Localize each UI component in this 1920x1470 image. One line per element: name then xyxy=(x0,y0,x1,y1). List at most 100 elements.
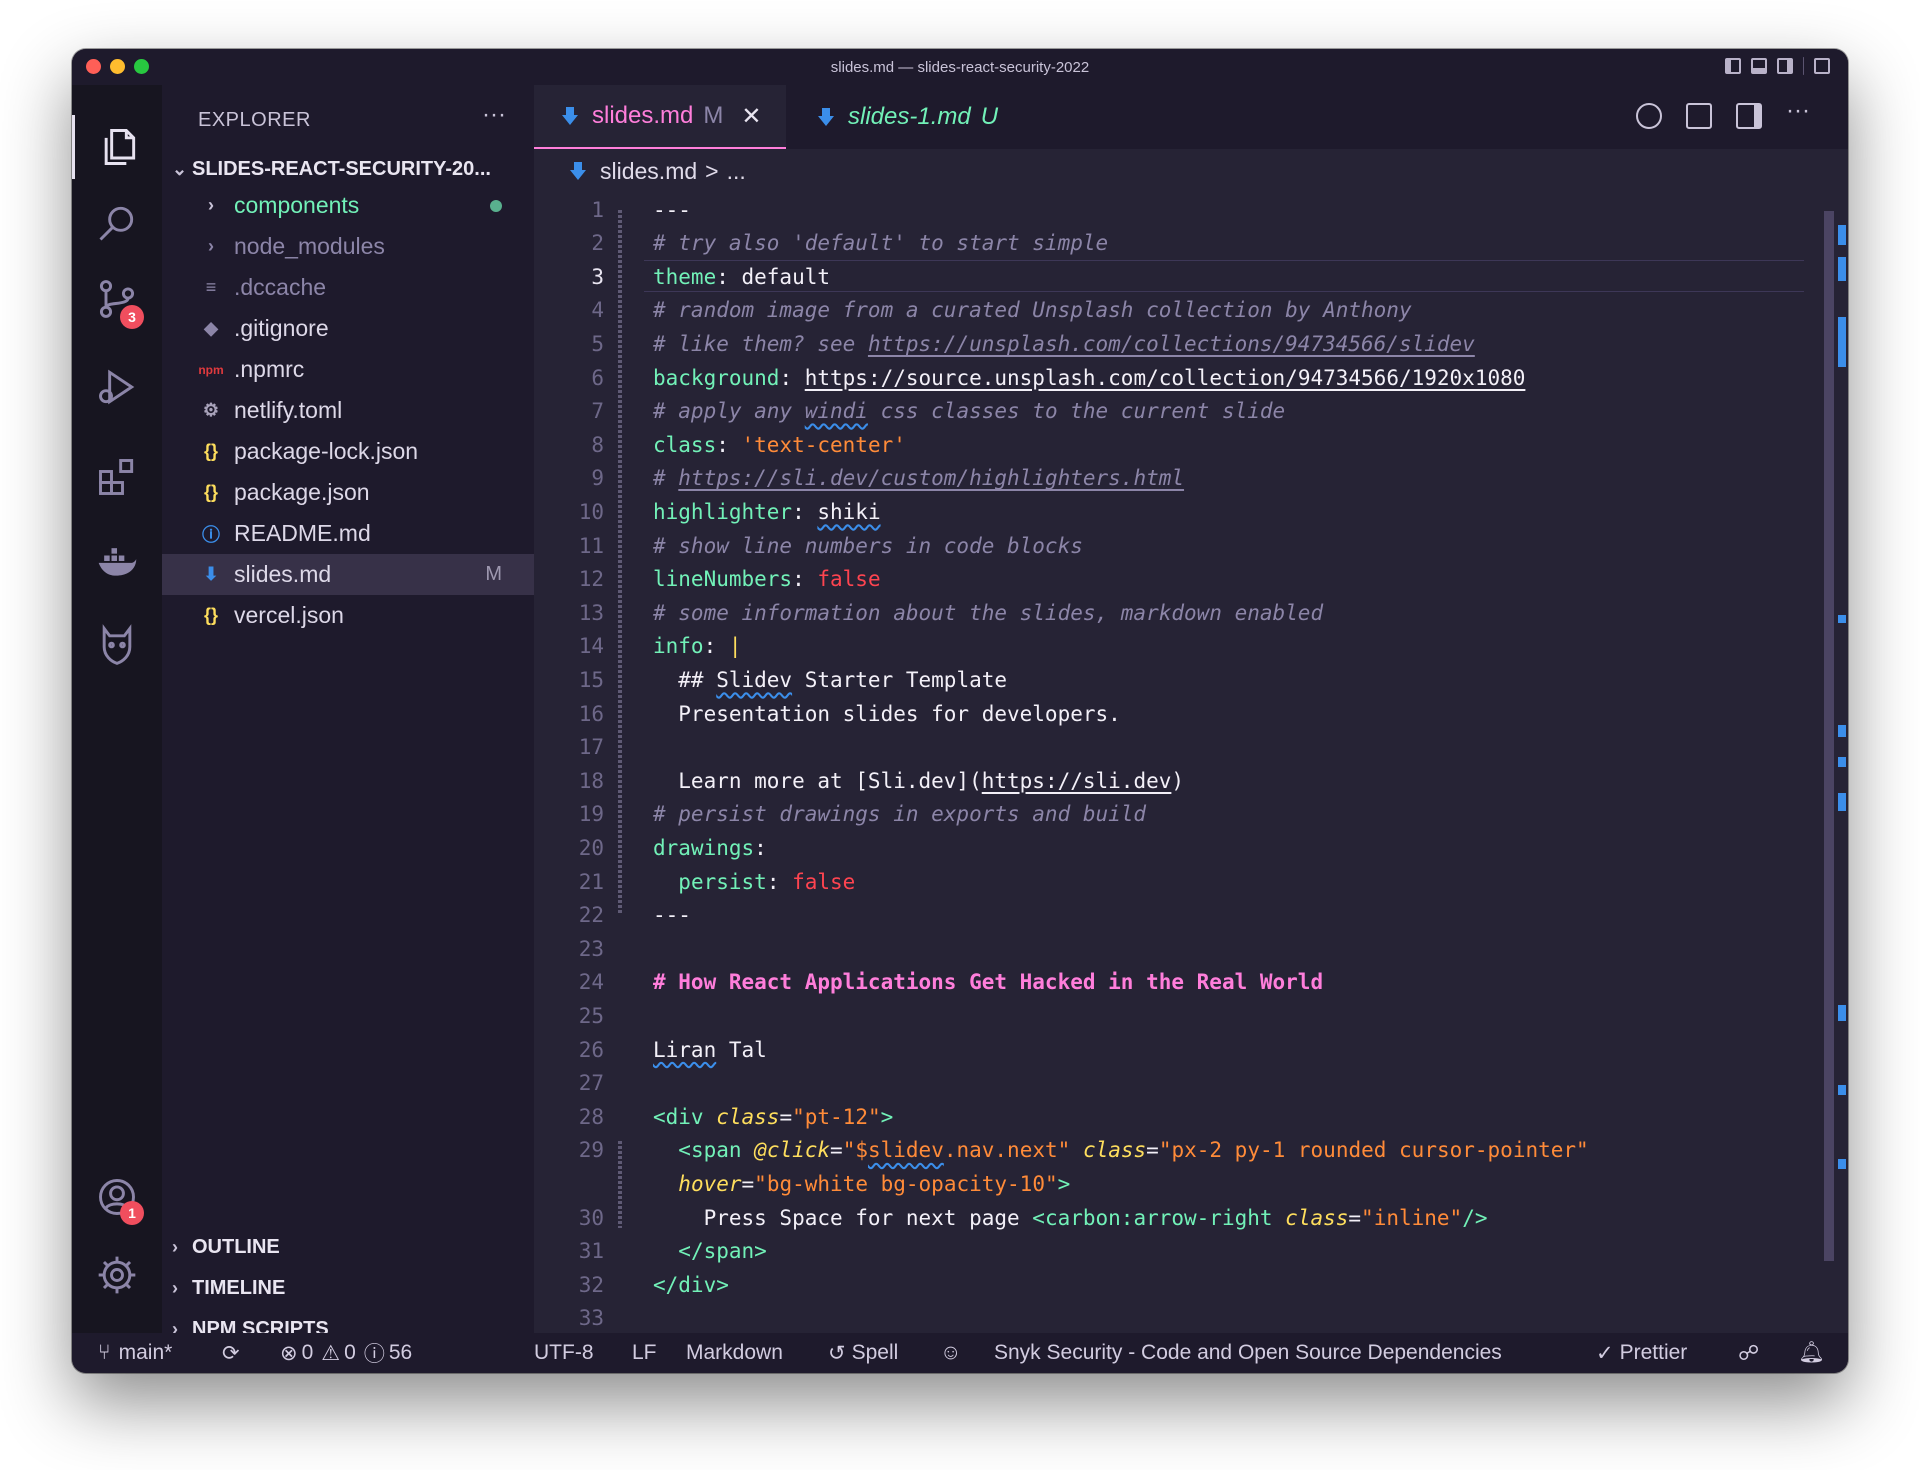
code-line[interactable]: 14 info: | xyxy=(534,630,1794,663)
tree-file-readme[interactable]: ⓘ README.md xyxy=(162,513,534,554)
code-line[interactable]: 9 # https://sli.dev/custom/highlighters.h… xyxy=(534,462,1794,495)
double-check-icon: ✓ xyxy=(1596,1341,1614,1365)
code-line[interactable]: 24 # How React Applications Get Hacked in… xyxy=(534,966,1794,999)
tree-file-gitignore[interactable]: ◆ .gitignore xyxy=(162,308,534,349)
tree-file-slides-md[interactable]: ⬇ slides.md M xyxy=(162,554,534,595)
code-line[interactable]: 12 lineNumbers: false xyxy=(534,563,1794,596)
code-line[interactable]: 2 # try also 'default' to start simple xyxy=(534,227,1794,260)
tab-slides-md[interactable]: slides.md M ✕ xyxy=(534,85,786,149)
minimize-window-button[interactable] xyxy=(110,59,125,74)
editor-area: slides.md M ✕ slides-1.md U ··· slides.m… xyxy=(534,85,1848,1333)
tree-file-vercel-json[interactable]: {} vercel.json xyxy=(162,595,534,636)
tab-status: U xyxy=(980,103,999,130)
code-line[interactable]: 19 # persist drawings in exports and buil… xyxy=(534,798,1794,831)
section-label: TIMELINE xyxy=(192,1276,286,1299)
extensions-icon[interactable] xyxy=(72,445,162,509)
tree-file-package-json[interactable]: {} package.json xyxy=(162,472,534,513)
tree-folder-components[interactable]: › components xyxy=(162,185,534,226)
prettier-status[interactable]: ✓ Prettier xyxy=(1596,1333,1687,1373)
toggle-panel-icon[interactable] xyxy=(1751,58,1767,74)
code-line[interactable]: 10 highlighter: shiki xyxy=(534,495,1794,528)
maximize-window-button[interactable] xyxy=(134,59,149,74)
code-line[interactable]: 25 xyxy=(534,999,1794,1032)
code-line[interactable]: 23 xyxy=(534,932,1794,965)
line-number: 7 xyxy=(591,399,604,424)
open-preview-icon[interactable] xyxy=(1686,103,1712,129)
tree-item-label: slides.md xyxy=(234,561,332,587)
code-line[interactable]: 18 Learn more at [Sli.dev](https://sli.d… xyxy=(534,764,1794,797)
tree-file-dccache[interactable]: ≡ .dccache xyxy=(162,267,534,308)
line-number: 23 xyxy=(578,936,604,961)
encoding-indicator[interactable]: UTF-8 xyxy=(534,1333,594,1373)
code-line[interactable]: 32 </div> xyxy=(534,1268,1794,1301)
tab-slides-1-md[interactable]: slides-1.md U xyxy=(798,85,1036,149)
code-line[interactable]: 27 xyxy=(534,1067,1794,1100)
code-line[interactable]: 5 # like them? see https://unsplash.com/c… xyxy=(534,327,1794,360)
code-line[interactable]: 6 background: https://source.unsplash.com… xyxy=(534,361,1794,394)
branch-indicator[interactable]: ⑂ main* xyxy=(98,1333,172,1373)
breadcrumb-file[interactable]: slides.md xyxy=(600,158,697,185)
code-line[interactable]: 33 xyxy=(534,1302,1794,1335)
tree-folder-node-modules[interactable]: › node_modules xyxy=(162,226,534,267)
tree-file-npmrc[interactable]: npm .npmrc xyxy=(162,349,534,390)
code-editor[interactable]: 1 --- 2 # try also 'default' to start simpl… xyxy=(534,193,1848,1333)
notifications-bell-icon[interactable]: 🔔︎ xyxy=(1798,1333,1825,1373)
code-line[interactable]: 15 ## Slidev Starter Template xyxy=(534,663,1794,696)
code-line[interactable]: 11 # show line numbers in code blocks xyxy=(534,529,1794,562)
code-line[interactable]: 1 --- xyxy=(534,193,1794,226)
toggle-primary-sidebar-icon[interactable] xyxy=(1725,58,1741,74)
editor-scrollbar[interactable] xyxy=(1824,211,1834,1261)
code-line[interactable]: 29 <span @click="$slidev.nav.next" class… xyxy=(534,1134,1794,1167)
docker-icon[interactable] xyxy=(72,529,162,593)
code-line[interactable]: 31 </span> xyxy=(534,1235,1794,1268)
spell-checker[interactable]: ↺ Spell xyxy=(828,1333,898,1373)
snyk-status[interactable]: Snyk Security - Code and Open Source Dep… xyxy=(994,1333,1502,1373)
problems-indicator[interactable]: ⊗ 0 ⚠ 0 ⓘ 56 xyxy=(280,1333,412,1373)
compare-changes-icon[interactable] xyxy=(1636,103,1662,129)
tree-file-package-lock[interactable]: {} package-lock.json xyxy=(162,431,534,472)
code-line[interactable]: 16 Presentation slides for developers. xyxy=(534,697,1794,730)
code-line[interactable]: 20 drawings: xyxy=(534,831,1794,864)
snyk-icon[interactable] xyxy=(72,613,162,677)
breadcrumb-rest[interactable]: ... xyxy=(727,158,746,185)
feedback-icon[interactable]: ☍ xyxy=(1738,1333,1759,1373)
line-number: 6 xyxy=(591,365,604,390)
code-line[interactable]: 4 # random image from a curated Unsplash … xyxy=(534,294,1794,327)
tab-close-icon[interactable]: ✕ xyxy=(741,102,761,131)
eol-indicator[interactable]: LF xyxy=(632,1333,657,1373)
accounts-icon[interactable]: 1 xyxy=(72,1165,162,1229)
run-debug-icon[interactable] xyxy=(72,355,162,419)
code-line[interactable]: 17 xyxy=(534,731,1794,764)
customize-layout-icon[interactable] xyxy=(1814,58,1830,74)
tree-file-netlify-toml[interactable]: ⚙ netlify.toml xyxy=(162,390,534,431)
sync-icon[interactable]: ⟳ xyxy=(222,1333,240,1373)
layout-separator xyxy=(1803,57,1804,75)
code-line[interactable]: 3 theme: default xyxy=(534,260,1804,293)
search-icon[interactable] xyxy=(72,191,162,255)
code-line[interactable]: 28 <div class="pt-12"> xyxy=(534,1100,1794,1133)
timeline-section[interactable]: › TIMELINE xyxy=(172,1270,285,1306)
explorer-more-icon[interactable]: ··· xyxy=(482,101,506,129)
code-line[interactable]: 13 # some information about the slides, m… xyxy=(534,596,1794,629)
workspace-root[interactable]: ⌄ SLIDES-REACT-SECURITY-20... xyxy=(172,152,532,186)
code-line[interactable]: 7 # apply any windi css classes to the cu… xyxy=(534,395,1794,428)
explorer-icon[interactable] xyxy=(72,115,162,179)
split-editor-icon[interactable] xyxy=(1736,103,1762,129)
code-line[interactable]: 26 Liran Tal xyxy=(534,1033,1794,1066)
npm-icon: npm xyxy=(198,362,224,377)
source-control-icon[interactable]: 3 xyxy=(72,267,162,331)
editor-more-icon[interactable]: ··· xyxy=(1786,99,1812,129)
code-line[interactable]: 22 --- xyxy=(534,899,1794,932)
close-window-button[interactable] xyxy=(86,59,101,74)
code-line[interactable]: 21 persist: false xyxy=(534,865,1794,898)
language-mode[interactable]: Markdown xyxy=(686,1333,783,1373)
copilot-icon[interactable]: ☺ xyxy=(940,1333,961,1373)
outline-section[interactable]: › OUTLINE xyxy=(172,1229,280,1265)
code-line[interactable]: 8 class: 'text-center' xyxy=(534,428,1794,461)
code-text: # How React Applications Get Hacked in t… xyxy=(653,970,1324,995)
code-line[interactable]: hover="bg-white bg-opacity-10"> xyxy=(534,1167,1794,1200)
settings-gear-icon[interactable] xyxy=(72,1243,162,1307)
code-text: </div> xyxy=(653,1272,729,1297)
code-line[interactable]: 30 Press Space for next page <carbon:arr… xyxy=(534,1201,1794,1234)
toggle-secondary-sidebar-icon[interactable] xyxy=(1777,58,1793,74)
